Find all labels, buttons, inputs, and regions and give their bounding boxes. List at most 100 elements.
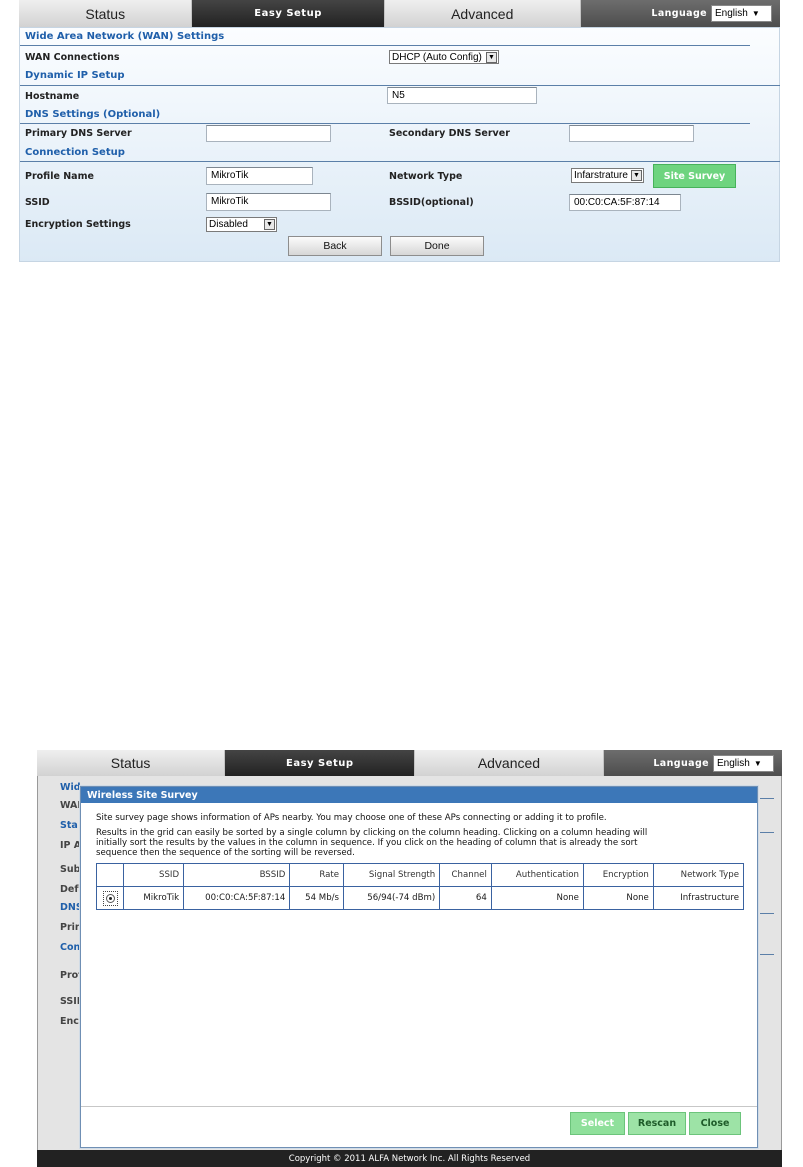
- primary-dns-label: Primary DNS Server: [25, 128, 132, 139]
- cell-rate: 54 Mb/s: [289, 886, 345, 910]
- divider: [760, 954, 774, 955]
- copyright-footer: Copyright © 2011 ALFA Network Inc. All R…: [37, 1150, 782, 1167]
- divider: [81, 1106, 757, 1107]
- section-dynamic-ip-title: Dynamic IP Setup: [25, 70, 125, 81]
- column-header-signal-strength[interactable]: Signal Strength: [343, 863, 441, 887]
- site-survey-screen: Status Easy Setup Advanced Language Engl…: [37, 750, 782, 1167]
- column-header-authentication[interactable]: Authentication: [490, 863, 584, 887]
- top-nav: Status Easy Setup Advanced Language Engl…: [19, 0, 781, 28]
- done-button[interactable]: Done: [390, 236, 484, 256]
- chevron-down-icon: ▼: [486, 51, 497, 63]
- wan-connections-value: DHCP (Auto Config): [392, 51, 482, 63]
- site-survey-grid: SSID BSSID Rate Signal Strength Channel …: [95, 863, 745, 910]
- encryption-settings-value: Disabled: [209, 219, 248, 230]
- tab-easy-setup[interactable]: Easy Setup: [192, 0, 385, 27]
- cell-authentication: None: [490, 886, 584, 910]
- dialog-help-line-2: initially sort the results by the values…: [96, 838, 638, 848]
- wan-settings-panel: Wide Area Network (WAN) Settings WAN Con…: [19, 27, 780, 262]
- language-select[interactable]: English ▼: [711, 5, 773, 22]
- encryption-settings-label: Encryption Settings: [25, 219, 131, 230]
- background-text: Wid: [60, 782, 81, 793]
- easy-setup-screen: Status Easy Setup Advanced Language Engl…: [19, 0, 781, 262]
- site-survey-dialog: Wireless Site Survey Site survey page sh…: [80, 786, 758, 1148]
- dialog-title: Wireless Site Survey: [81, 787, 757, 803]
- language-value: English: [715, 8, 748, 19]
- section-wan-title: Wide Area Network (WAN) Settings: [25, 31, 225, 42]
- chevron-down-icon: ▼: [264, 219, 275, 230]
- wan-connections-select[interactable]: DHCP (Auto Config) ▼: [389, 50, 499, 64]
- table-header-row: SSID BSSID Rate Signal Strength Channel …: [95, 863, 745, 887]
- divider: [20, 85, 780, 86]
- cell-encryption: None: [582, 886, 654, 910]
- dialog-help-line-3: sequence then the sequence of the sortin…: [96, 848, 355, 858]
- language-area: Language English ▼: [580, 0, 781, 27]
- profile-name-input[interactable]: MikroTik: [206, 167, 313, 185]
- top-nav: Status Easy Setup Advanced Language Engl…: [37, 750, 782, 777]
- column-header-encryption[interactable]: Encryption: [582, 863, 654, 887]
- table-row[interactable]: MikroTik 00:C0:CA:5F:87:14 54 Mb/s 56/94…: [95, 886, 745, 910]
- section-connection-title: Connection Setup: [25, 147, 125, 158]
- wan-connections-label: WAN Connections: [25, 52, 120, 63]
- radio-button-icon[interactable]: [102, 890, 118, 906]
- background-text: Sta: [60, 820, 78, 831]
- network-type-value: Infarstrature: [574, 170, 628, 181]
- select-button[interactable]: Select: [570, 1112, 625, 1135]
- hostname-input[interactable]: N5: [387, 87, 537, 104]
- cell-network-type: Infrastructure: [652, 886, 745, 910]
- background-text: Prin: [60, 922, 82, 933]
- column-header-network-type[interactable]: Network Type: [652, 863, 745, 887]
- profile-name-label: Profile Name: [25, 171, 94, 182]
- site-survey-button[interactable]: Site Survey: [653, 164, 736, 188]
- divider: [20, 45, 750, 46]
- background-text: Enc: [60, 1016, 79, 1027]
- language-value: English: [717, 757, 750, 769]
- divider: [20, 161, 780, 162]
- rescan-button[interactable]: Rescan: [628, 1112, 686, 1135]
- chevron-down-icon: ▼: [751, 9, 760, 18]
- background-text: IP A: [60, 840, 82, 851]
- back-button[interactable]: Back: [288, 236, 382, 256]
- bssid-input[interactable]: 00:C0:CA:5F:87:14: [569, 194, 681, 211]
- column-header-rate[interactable]: Rate: [289, 863, 345, 887]
- ssid-label: SSID: [25, 197, 50, 208]
- background-text: Con: [60, 942, 81, 953]
- background-text: WAI: [60, 800, 81, 811]
- tab-status[interactable]: Status: [19, 0, 193, 27]
- divider: [760, 798, 774, 799]
- close-button[interactable]: Close: [689, 1112, 741, 1135]
- column-header-channel[interactable]: Channel: [439, 863, 492, 887]
- background-text: Sub: [60, 864, 81, 875]
- dialog-help-line-1: Results in the grid can easily be sorted…: [96, 828, 648, 838]
- column-header-select: [95, 863, 125, 887]
- column-header-ssid[interactable]: SSID: [123, 863, 185, 887]
- dialog-intro: Site survey page shows information of AP…: [96, 813, 607, 823]
- divider: [760, 913, 774, 914]
- secondary-dns-input[interactable]: [569, 125, 694, 142]
- language-area: Language English ▼: [603, 750, 782, 776]
- row-radio-cell[interactable]: [95, 886, 125, 910]
- secondary-dns-label: Secondary DNS Server: [389, 128, 510, 139]
- primary-dns-input[interactable]: [206, 125, 331, 142]
- chevron-down-icon: ▼: [631, 170, 642, 181]
- tab-status[interactable]: Status: [37, 750, 226, 776]
- tab-easy-setup[interactable]: Easy Setup: [225, 750, 416, 776]
- ssid-input[interactable]: MikroTik: [206, 193, 331, 211]
- encryption-settings-select[interactable]: Disabled ▼: [206, 217, 277, 232]
- language-label: Language: [651, 8, 708, 19]
- divider: [760, 832, 774, 833]
- cell-signal-strength: 56/94(-74 dBm): [343, 886, 441, 910]
- tab-advanced[interactable]: Advanced: [384, 0, 581, 27]
- cell-ssid: MikroTik: [123, 886, 185, 910]
- cell-bssid: 00:C0:CA:5F:87:14: [183, 886, 291, 910]
- language-select[interactable]: English ▼: [713, 754, 774, 772]
- column-header-bssid[interactable]: BSSID: [183, 863, 291, 887]
- hostname-label: Hostname: [25, 91, 80, 102]
- network-type-select[interactable]: Infarstrature ▼: [571, 168, 644, 183]
- language-label: Language: [653, 757, 709, 769]
- section-dns-title: DNS Settings (Optional): [25, 109, 161, 120]
- tab-advanced[interactable]: Advanced: [415, 750, 604, 776]
- divider: [20, 123, 750, 124]
- background-text: SSII: [60, 996, 81, 1007]
- bssid-label: BSSID(optional): [389, 197, 474, 208]
- network-type-label: Network Type: [389, 171, 463, 182]
